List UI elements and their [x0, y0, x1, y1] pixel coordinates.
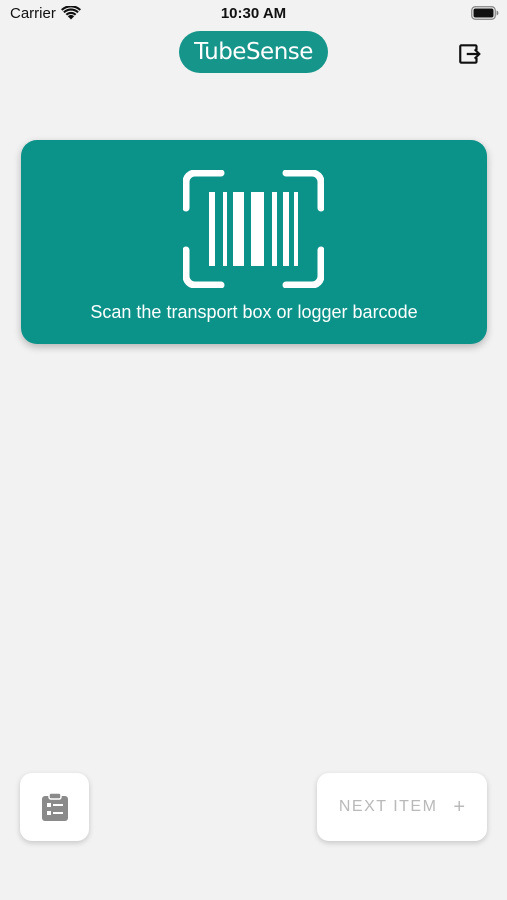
clipboard-list-icon [41, 792, 68, 821]
app-logo: TubeSense [179, 31, 328, 73]
status-time: 10:30 AM [220, 5, 287, 22]
scan-barcode-card[interactable]: Scan the transport box or logger barcode [21, 140, 487, 344]
next-item-button[interactable]: NEXT ITEM + [317, 773, 487, 841]
scan-instruction-label: Scan the transport box or logger barcode [90, 302, 418, 322]
status-bar: Carrier 10:30 AM [0, 0, 507, 28]
battery-icon [471, 6, 499, 20]
logout-button[interactable] [454, 38, 486, 70]
next-item-label: NEXT ITEM [338, 798, 438, 815]
checklist-button[interactable] [20, 773, 89, 841]
app-logo-text: TubeSense [194, 39, 313, 65]
barcode-scan-icon [183, 170, 324, 288]
logout-icon [459, 44, 481, 64]
plus-icon: + [453, 795, 466, 818]
